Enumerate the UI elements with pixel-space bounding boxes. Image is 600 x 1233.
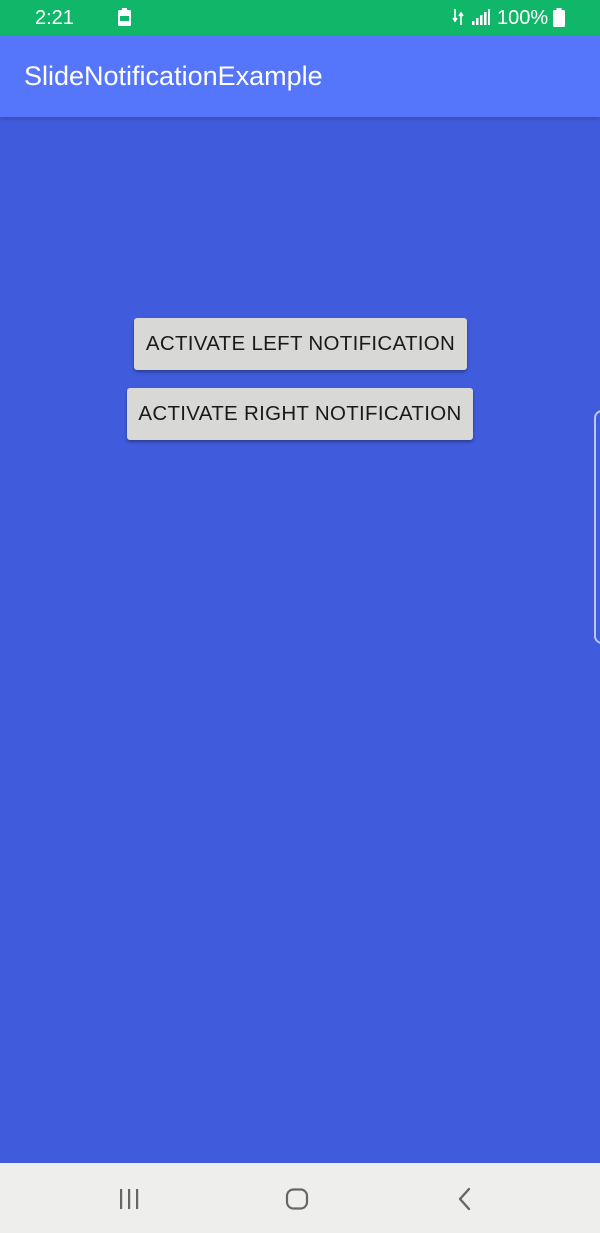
app-bar: SlideNotificationExample xyxy=(0,35,600,117)
status-time: 2:21 xyxy=(35,7,74,29)
signal-icon xyxy=(472,9,490,25)
status-bar: 2:21 100% xyxy=(0,0,600,35)
activate-right-notification-button[interactable]: ACTIVATE RIGHT NOTIFICATION xyxy=(127,388,473,440)
screen: 2:21 100% SlideNotificationExample ACTIV… xyxy=(0,0,600,1233)
activate-left-notification-button[interactable]: ACTIVATE LEFT NOTIFICATION xyxy=(134,318,467,370)
data-transfer-icon xyxy=(452,9,464,25)
navigation-bar xyxy=(0,1163,600,1233)
edge-panel-handle[interactable] xyxy=(594,410,600,644)
app-title: SlideNotificationExample xyxy=(24,61,323,91)
battery-icon xyxy=(553,8,565,27)
battery-notification-icon xyxy=(118,8,131,26)
home-icon[interactable] xyxy=(285,1188,309,1210)
battery-percentage: 100% xyxy=(497,7,549,29)
back-icon[interactable] xyxy=(455,1187,475,1211)
recents-icon[interactable] xyxy=(117,1188,141,1210)
